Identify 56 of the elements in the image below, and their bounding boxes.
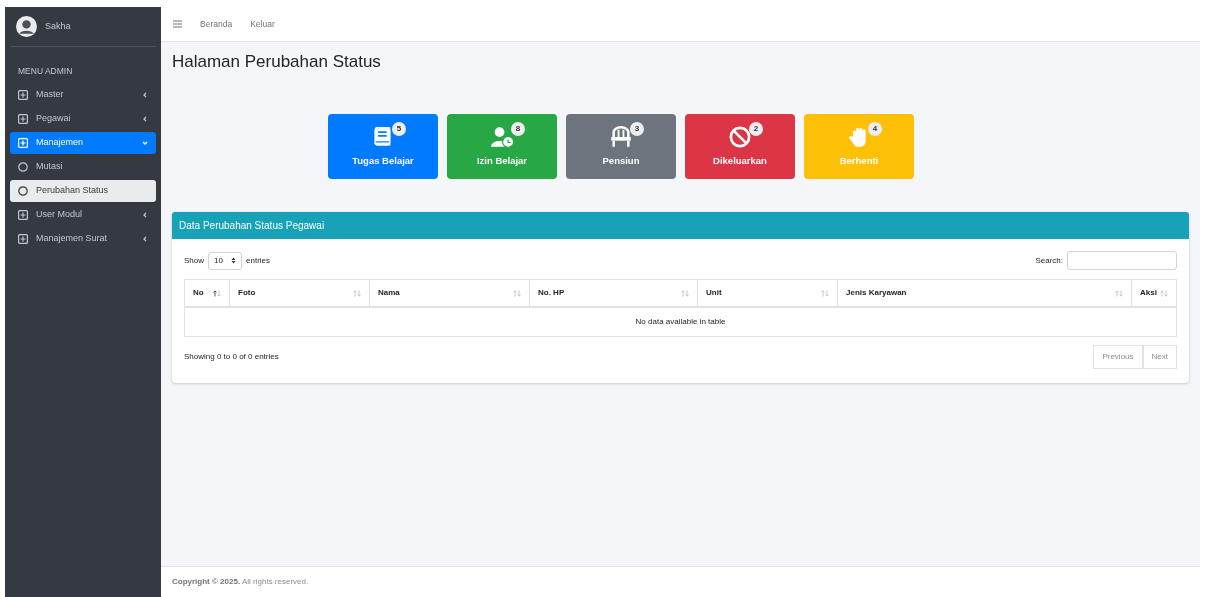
card-label: Pensiun <box>602 153 640 168</box>
length-label: Show <box>184 254 204 267</box>
column-header[interactable]: Unit <box>697 279 838 308</box>
page-title: Halaman Perubahan Status <box>172 52 382 73</box>
count-badge: 8 <box>511 121 525 136</box>
stat-card[interactable]: 3 Pensiun <box>566 114 676 180</box>
circle-icon <box>18 185 28 196</box>
column-header[interactable]: No <box>184 279 230 308</box>
plus-square-icon <box>18 137 28 148</box>
column-header[interactable]: Jenis Karyawan <box>837 279 1132 308</box>
column-header[interactable]: Nama <box>369 279 530 308</box>
nav-link-item[interactable]: Beranda <box>200 17 233 31</box>
count-badge: 2 <box>749 121 763 136</box>
search-label: Search: <box>1035 254 1063 267</box>
empty-message: No data available in table <box>184 307 1177 337</box>
sidebar-item[interactable]: Perubahan Status <box>10 179 156 202</box>
card-label: Tugas Belajar <box>352 153 414 168</box>
plus-square-icon <box>18 113 28 124</box>
entries-info: Showing 0 to 0 of 0 entries <box>184 351 279 364</box>
plus-square-icon <box>18 233 28 244</box>
sidebar-item[interactable]: Master <box>10 83 156 106</box>
sidebar-item[interactable]: Manajemen <box>10 131 156 154</box>
card-label: Dikeluarkan <box>713 153 767 168</box>
stat-card[interactable]: 5 Tugas Belajar <box>328 114 438 180</box>
user-clock-icon <box>491 125 513 148</box>
sidebar-header: MENU ADMIN <box>17 65 74 78</box>
sidebar-item[interactable]: User Modul <box>10 203 156 226</box>
column-header[interactable]: No. HP <box>529 279 698 308</box>
sort-caret-icon <box>231 257 236 265</box>
sidebar-item[interactable]: Pegawai <box>10 107 156 130</box>
count-badge: 4 <box>868 121 882 136</box>
count-badge: 3 <box>630 121 644 136</box>
card-title: Data Perubahan Status Pegawai <box>172 212 1189 240</box>
sidebar-item[interactable]: Manajemen Surat <box>10 227 156 250</box>
page-length-select[interactable]: 10 <box>208 251 242 270</box>
card-label: Berhenti <box>839 153 879 168</box>
length-label: entries <box>246 254 271 267</box>
menu-icon <box>173 20 182 28</box>
circle-icon <box>18 161 28 172</box>
plus-square-icon <box>18 209 28 220</box>
count-badge: 5 <box>392 121 406 136</box>
column-header[interactable]: Aksi <box>1131 279 1177 308</box>
ban-icon <box>729 125 751 148</box>
user-avatar-icon <box>16 16 37 37</box>
stat-card[interactable]: 8 Izin Belajar <box>447 114 557 180</box>
user-name[interactable]: Sakha <box>45 19 71 34</box>
nav-link-item[interactable]: Keluar <box>250 17 275 31</box>
card-label: Izin Belajar <box>476 153 528 168</box>
stat-card[interactable]: 4 Berhenti <box>804 114 914 180</box>
sidebar-item[interactable]: Mutasi <box>10 155 156 178</box>
column-header[interactable]: Foto <box>229 279 370 308</box>
footer-text: Copyright © 2025. All rights reserved. <box>172 576 309 588</box>
plus-square-icon <box>18 89 28 100</box>
chair-icon <box>610 125 632 148</box>
stat-card[interactable]: 2 Dikeluarkan <box>685 114 795 180</box>
search-field[interactable] <box>1067 251 1177 271</box>
